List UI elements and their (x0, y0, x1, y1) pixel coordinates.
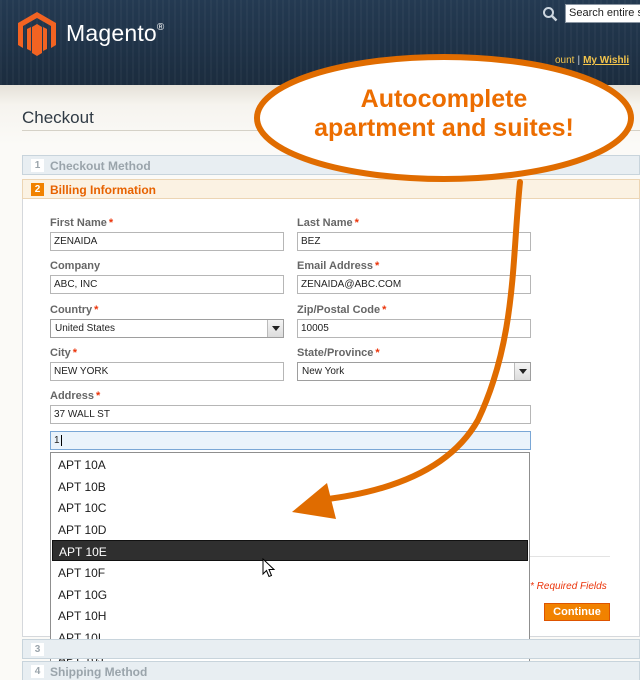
autocomplete-option[interactable]: APT 10A (52, 454, 528, 475)
city-field[interactable]: NEW YORK (50, 362, 284, 381)
autocomplete-option-highlighted[interactable]: APT 10E (52, 540, 528, 561)
autocomplete-option[interactable]: APT 10G (52, 584, 528, 605)
autocomplete-option[interactable]: APT 10F (52, 562, 528, 583)
step-billing-information[interactable]: 2 Billing Information (22, 179, 640, 199)
wishlist-link[interactable]: My Wishli (583, 55, 629, 66)
page-title: Checkout (22, 108, 94, 127)
step-shipping-method[interactable]: 4 Shipping Method (22, 661, 640, 680)
last-name-field[interactable]: BEZ (297, 232, 531, 251)
account-link[interactable]: ount (555, 55, 574, 66)
state-value: New York (302, 366, 345, 377)
step-checkout-method[interactable]: 1 Checkout Method (22, 155, 640, 175)
step-number: 4 (31, 665, 44, 678)
address-line1-field[interactable]: 37 WALL ST (50, 405, 531, 424)
step-number: 3 (31, 643, 44, 656)
address-line2-field[interactable]: 1 (50, 431, 531, 450)
search-icon[interactable] (541, 5, 559, 23)
step-label: Billing Information (50, 183, 156, 197)
step-3[interactable]: 3 (22, 639, 640, 659)
continue-button[interactable]: Continue (544, 603, 610, 621)
company-field[interactable]: ABC, INC (50, 275, 284, 294)
country-select[interactable]: United States (50, 319, 284, 338)
step-number: 2 (31, 183, 44, 196)
site-header: Magento® Search entire s ount | My Wishli (0, 0, 640, 85)
autocomplete-option[interactable]: APT 10H (52, 605, 528, 626)
zip-field[interactable]: 10005 (297, 319, 531, 338)
callout-line-2: apartment and suites! (314, 114, 574, 142)
autocomplete-option[interactable]: APT 10B (52, 476, 528, 497)
header-links: ount | My Wishli (555, 55, 630, 66)
zip-label: Zip/Postal Code * (297, 304, 387, 316)
email-label: Email Address * (297, 260, 380, 272)
callout-text: Autocomplete apartment and suites! (294, 85, 594, 143)
first-name-field[interactable]: ZENAIDA (50, 232, 284, 251)
mouse-cursor-icon (262, 558, 276, 578)
text-caret (60, 435, 62, 446)
search-input[interactable]: Search entire s (565, 4, 640, 23)
autocomplete-option[interactable]: APT 10C (52, 497, 528, 518)
step-label: Checkout Method (50, 159, 151, 173)
state-select[interactable]: New York (297, 362, 531, 381)
last-name-label: Last Name * (297, 217, 359, 229)
autocomplete-option[interactable]: APT 10D (52, 519, 528, 540)
city-label: City * (50, 347, 78, 359)
company-label: Company (50, 260, 101, 272)
magento-logo-icon[interactable] (18, 12, 56, 56)
chevron-down-icon[interactable] (267, 320, 283, 337)
required-fields-note: * Required Fields (530, 581, 607, 592)
buttons-divider (530, 556, 610, 557)
address-line2-value: 1 (54, 435, 60, 447)
step-number: 1 (31, 159, 44, 172)
country-value: United States (55, 323, 116, 334)
first-name-label: First Name * (50, 217, 114, 229)
logo-text[interactable]: Magento® (66, 20, 165, 47)
state-label: State/Province * (297, 347, 380, 359)
email-field[interactable]: ZENAIDA@ABC.COM (297, 275, 531, 294)
chevron-down-icon[interactable] (514, 363, 530, 380)
callout-line-1: Autocomplete (360, 85, 528, 113)
country-label: Country * (50, 304, 99, 316)
address-label: Address * (50, 390, 101, 402)
step-label: Shipping Method (50, 665, 148, 679)
